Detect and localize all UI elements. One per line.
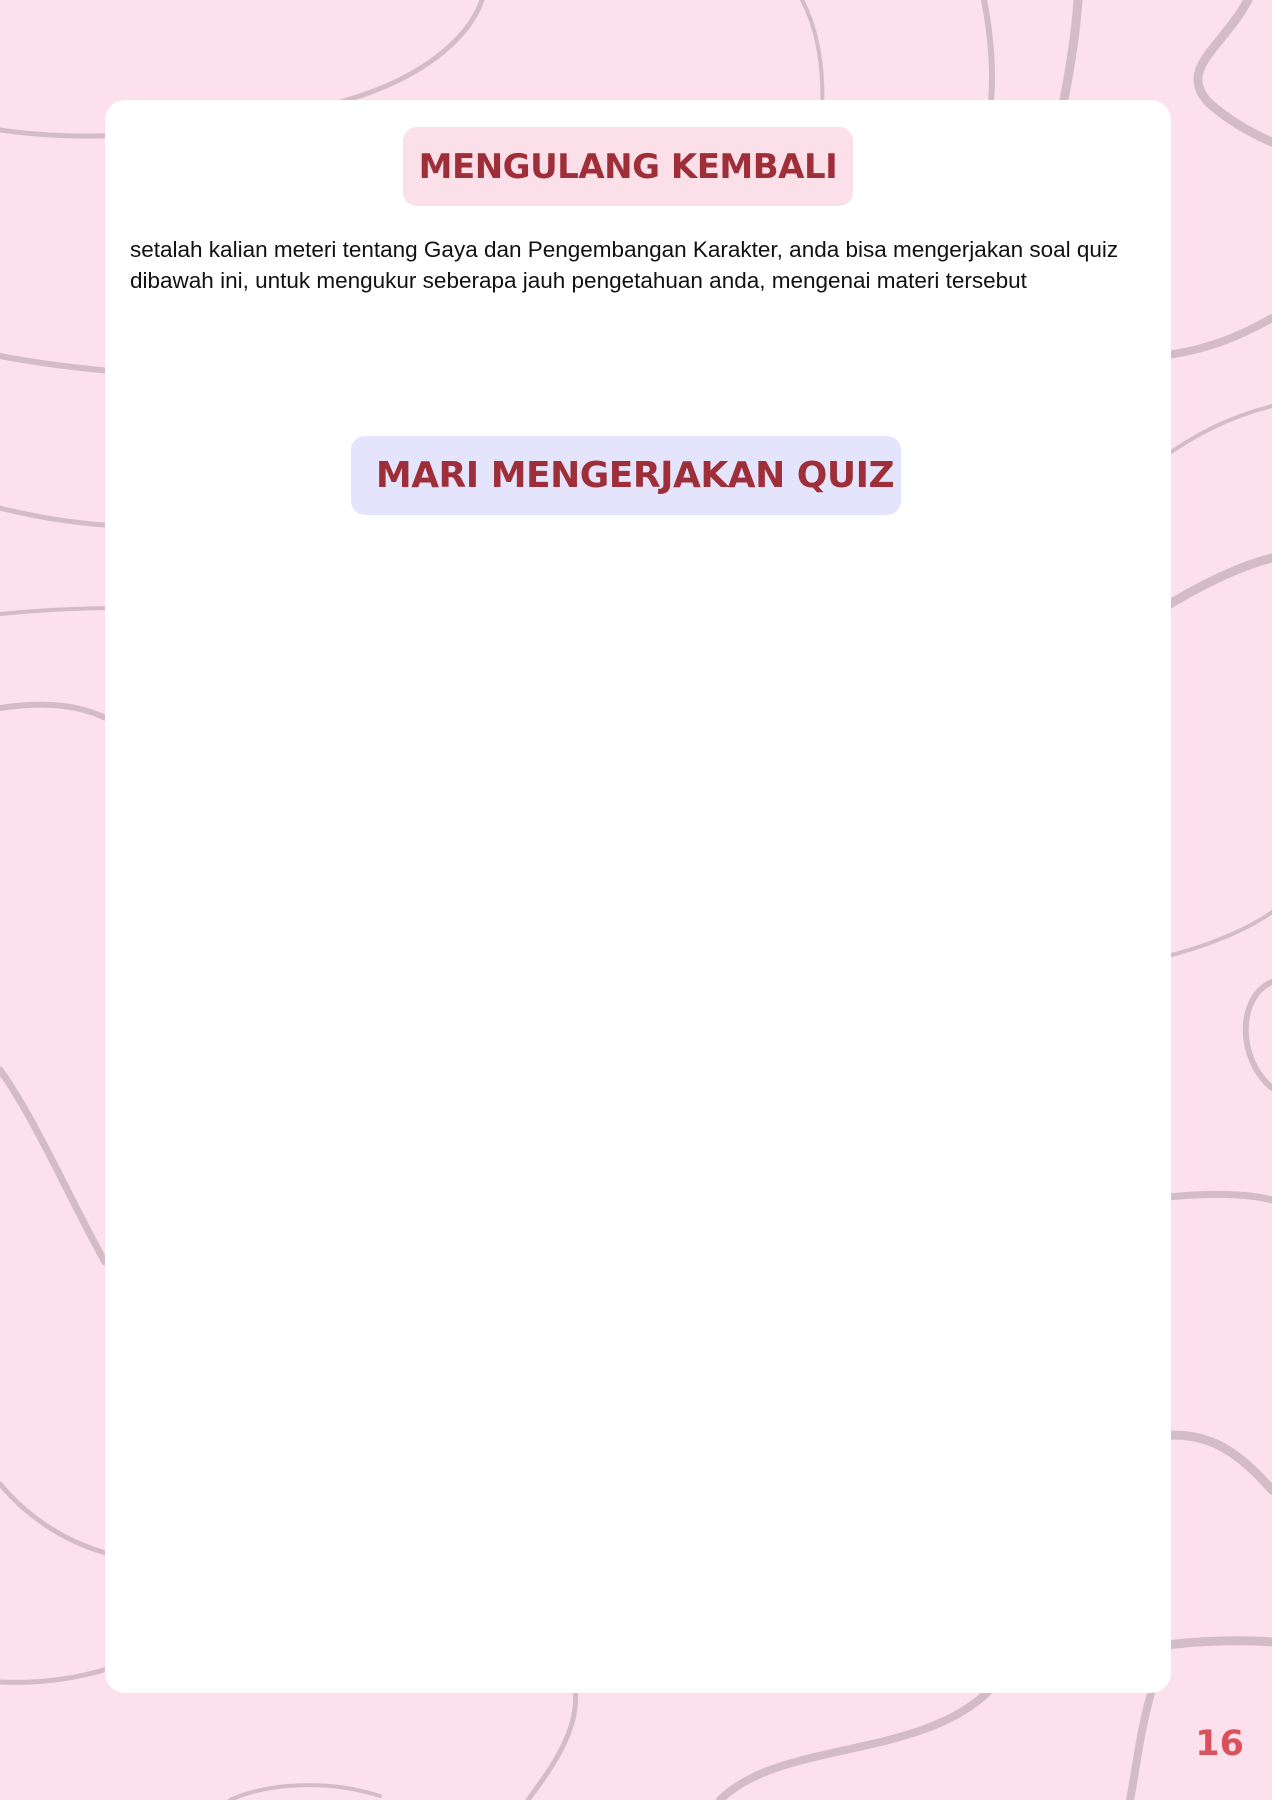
content-card: MENGULANG KEMBALI setalah kalian meteri …	[105, 100, 1171, 1693]
quiz-heading-pill: MARI MENGERJAKAN QUIZ	[351, 436, 901, 515]
review-heading-text: MENGULANG KEMBALI	[418, 146, 838, 187]
review-description: setalah kalian meteri tentang Gaya dan P…	[130, 237, 1119, 293]
page-number: 16	[1195, 1724, 1244, 1764]
quiz-heading-text: MARI MENGERJAKAN QUIZ	[375, 455, 895, 496]
review-heading-pill: MENGULANG KEMBALI	[403, 127, 853, 206]
